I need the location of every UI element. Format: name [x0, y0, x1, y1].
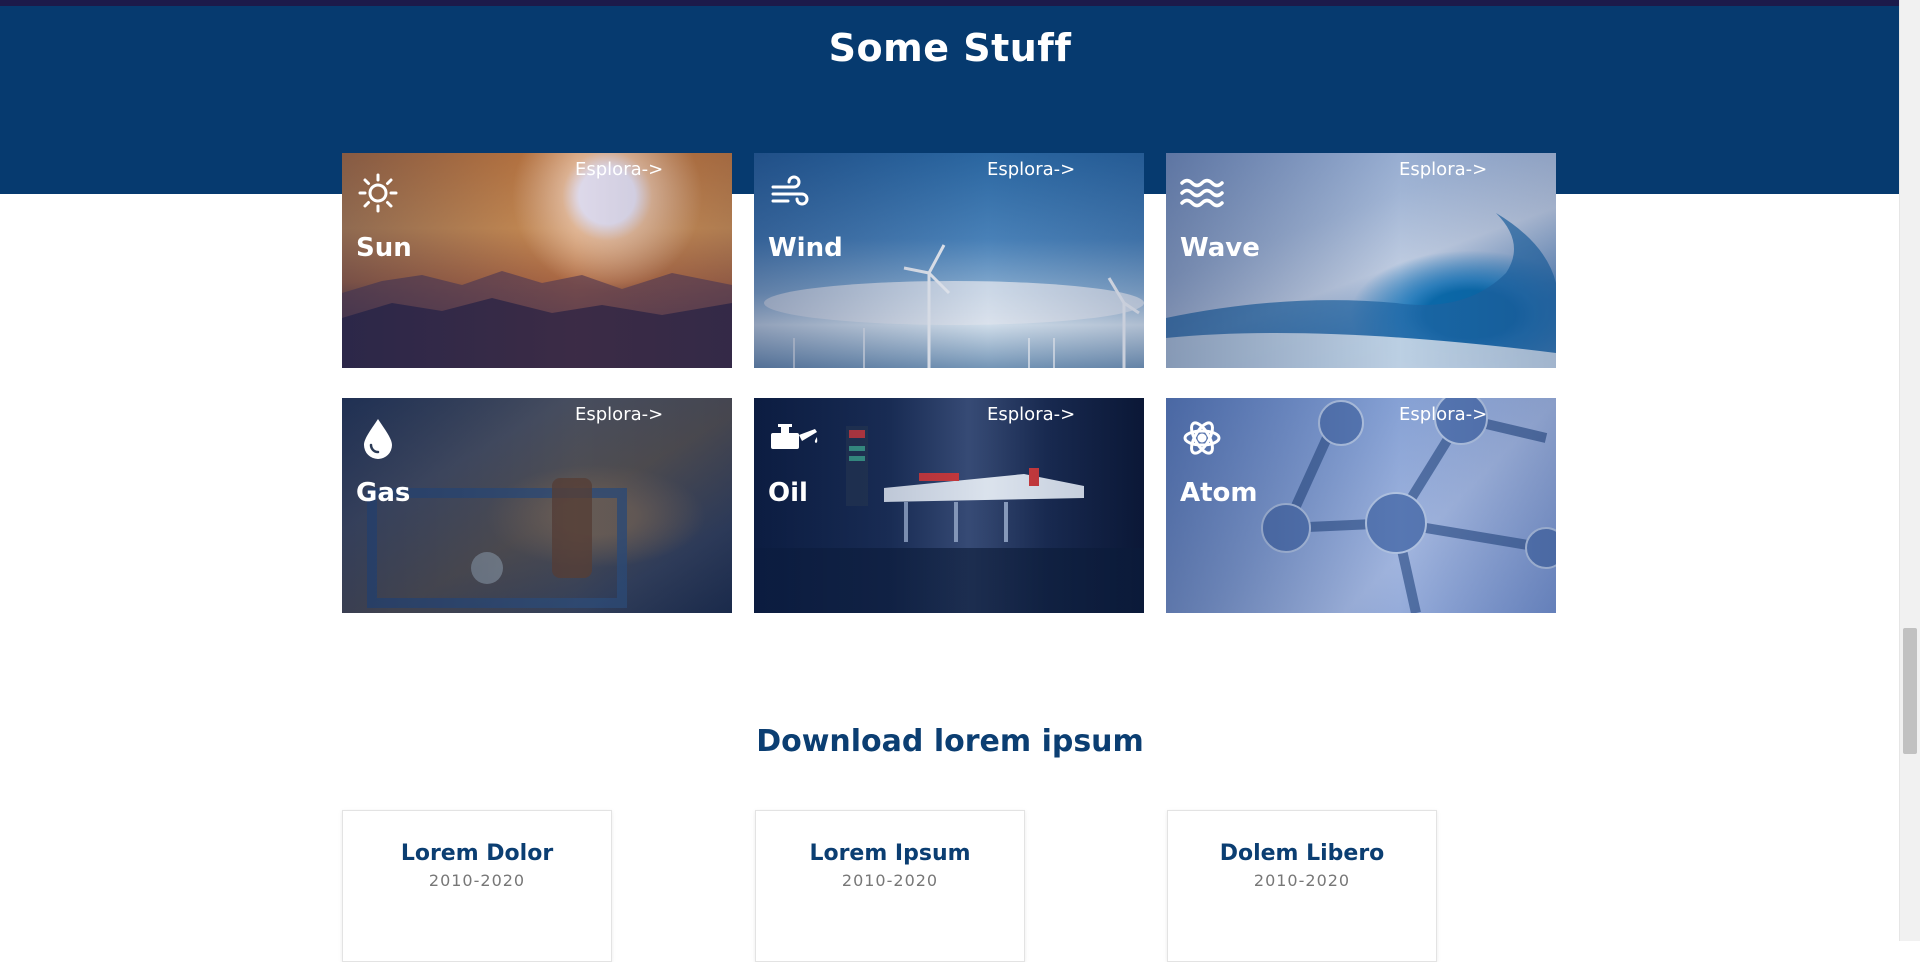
wave-icon — [1180, 171, 1224, 215]
tile-label: Wave — [1180, 233, 1260, 263]
drop-icon — [356, 416, 400, 460]
tile-wind[interactable]: Esplora-> Wind — [754, 153, 1144, 368]
explore-link[interactable]: Esplora-> — [987, 404, 1075, 425]
download-card[interactable]: Lorem Dolor 2010-2020 — [342, 810, 612, 962]
explore-link[interactable]: Esplora-> — [1399, 159, 1487, 180]
tile-gas[interactable]: Esplora-> Gas — [342, 398, 732, 613]
explore-link[interactable]: Esplora-> — [575, 159, 663, 180]
sun-icon — [356, 171, 400, 215]
tile-label: Oil — [768, 478, 808, 508]
download-card-years: 2010-2020 — [841, 871, 939, 890]
download-card[interactable]: Lorem Ipsum 2010-2020 — [755, 810, 1025, 962]
download-card-title: Lorem Dolor — [400, 841, 554, 866]
tile-wave[interactable]: Esplora-> Wave — [1166, 153, 1556, 368]
tile-sun[interactable]: Esplora-> Sun — [342, 153, 732, 368]
tile-label: Wind — [768, 233, 843, 263]
section-title-some-stuff: Some Stuff — [828, 26, 1072, 70]
tile-oil[interactable]: Esplora-> Oil — [754, 398, 1144, 613]
download-card-years: 2010-2020 — [1253, 871, 1351, 890]
download-card-years: 2010-2020 — [428, 871, 526, 890]
wind-icon — [768, 171, 812, 215]
page-scrollbar[interactable] — [1899, 0, 1920, 941]
tile-label: Atom — [1180, 478, 1258, 508]
atom-icon — [1180, 416, 1224, 460]
explore-link[interactable]: Esplora-> — [575, 404, 663, 425]
tile-atom[interactable]: Esplora-> Atom — [1166, 398, 1556, 613]
tile-label: Gas — [356, 478, 411, 508]
download-section-title: Download lorem ipsum — [756, 724, 1144, 759]
tile-label: Sun — [356, 233, 412, 263]
explore-link[interactable]: Esplora-> — [987, 159, 1075, 180]
download-card-title: Lorem Ipsum — [809, 841, 971, 866]
oil-can-icon — [768, 416, 822, 460]
download-card-title: Dolem Libero — [1219, 841, 1385, 866]
scrollbar-thumb[interactable] — [1903, 628, 1917, 754]
explore-link[interactable]: Esplora-> — [1399, 404, 1487, 425]
download-card[interactable]: Dolem Libero 2010-2020 — [1167, 810, 1437, 962]
energy-tiles-grid: Esplora-> Sun Esplora-> Wind Esplora-> W… — [342, 153, 1557, 613]
